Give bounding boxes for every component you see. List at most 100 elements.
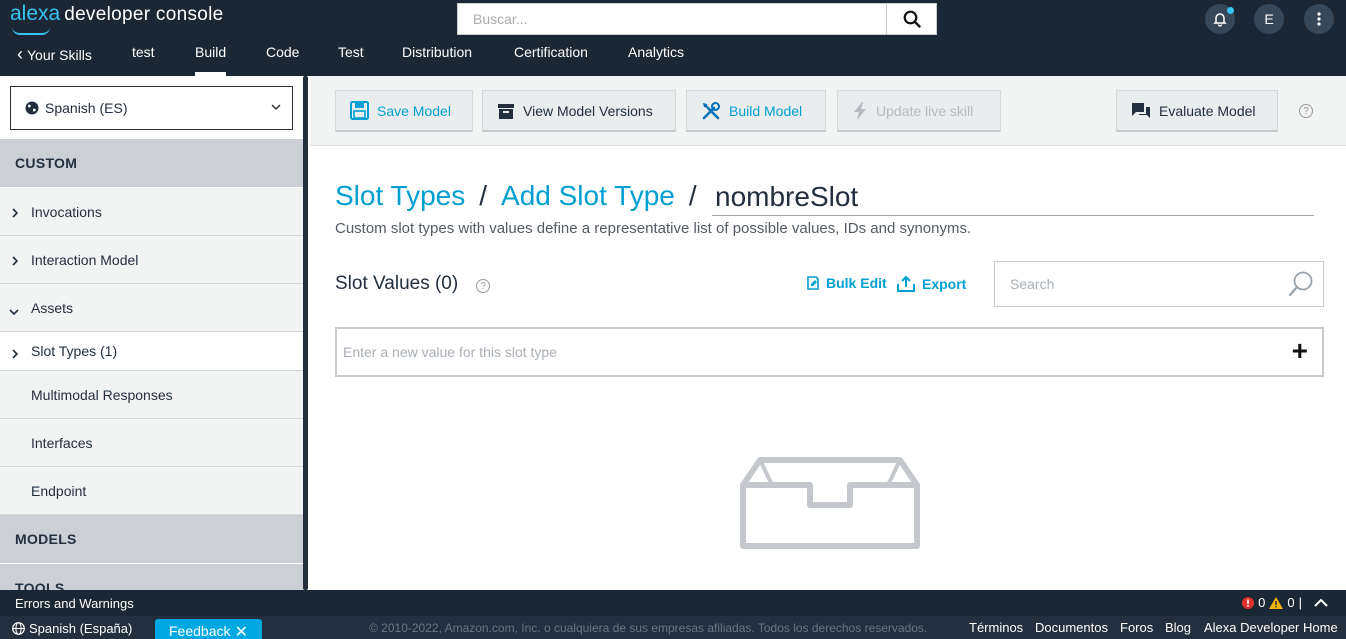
nav-test[interactable]: Test: [338, 40, 364, 76]
breadcrumb: Slot Types / Add Slot Type /: [335, 180, 711, 212]
warning-icon: [1269, 596, 1284, 609]
save-icon: [350, 101, 369, 120]
save-model-button[interactable]: Save Model: [335, 90, 473, 132]
avatar-button[interactable]: E: [1254, 4, 1284, 34]
notifications-button[interactable]: [1205, 4, 1235, 34]
evaluate-model-label: Evaluate Model: [1159, 102, 1256, 119]
chevron-down-icon: [9, 303, 19, 319]
sidebar-item-interaction-model[interactable]: Interaction Model: [0, 236, 303, 284]
sidebar-item-assets[interactable]: Assets: [0, 284, 303, 332]
lightning-icon: [854, 101, 866, 120]
empty-inbox-icon: [740, 457, 920, 549]
footer-link-documentos[interactable]: Documentos: [1035, 620, 1108, 635]
help-icon[interactable]: ?: [1299, 104, 1313, 118]
sidebar-item-slot-types[interactable]: Slot Types (1): [0, 332, 303, 371]
sidebar-item-interfaces[interactable]: Interfaces: [0, 419, 303, 467]
page-footer: Spanish (España) Feedback ✕ © 2010-2022,…: [0, 616, 1346, 639]
sidebar-item-label: Invocations: [31, 203, 102, 220]
language-select[interactable]: Spanish (ES): [10, 86, 293, 130]
footer-link-blog[interactable]: Blog: [1165, 620, 1191, 635]
view-model-versions-button[interactable]: View Model Versions: [482, 90, 676, 132]
add-value-button[interactable]: +: [1292, 337, 1308, 365]
help-icon[interactable]: ?: [476, 279, 490, 293]
save-model-label: Save Model: [377, 102, 451, 119]
nav-code[interactable]: Code: [266, 40, 299, 76]
nav-build[interactable]: Build: [195, 40, 227, 76]
custom-section-header[interactable]: CUSTOM: [0, 139, 303, 187]
chevron-right-icon: [11, 205, 19, 221]
more-options-button[interactable]: [1304, 4, 1334, 34]
error-icon: [1242, 596, 1255, 609]
slot-values-search-input[interactable]: [995, 262, 1275, 306]
tools-icon: [702, 101, 720, 119]
slot-values-search: [994, 261, 1324, 307]
close-icon[interactable]: ✕: [235, 622, 248, 639]
errors-warnings-counts: 0 0 |: [1242, 595, 1328, 610]
global-search-button[interactable]: [886, 4, 936, 34]
update-live-skill-button[interactable]: Update live skill: [837, 90, 1001, 132]
notification-dot: [1227, 7, 1234, 14]
footer-language-selector[interactable]: Spanish (España): [12, 621, 132, 636]
bell-icon: [1213, 13, 1227, 27]
errors-warnings-bar[interactable]: Errors and Warnings 0 0 |: [0, 590, 1346, 616]
logo-smile: [12, 27, 50, 35]
nav-skill-name[interactable]: test: [132, 40, 155, 76]
update-live-skill-label: Update live skill: [876, 102, 974, 119]
chevron-up-icon[interactable]: [1314, 598, 1328, 608]
sidebar-item-invocations[interactable]: Invocations: [0, 188, 303, 236]
new-slot-value-input[interactable]: [337, 329, 1257, 375]
alexa-logo[interactable]: alexa developer console: [10, 2, 224, 35]
tools-section-header[interactable]: TOOLS: [0, 564, 303, 590]
copyright-text: © 2010-2022, Amazon.com, Inc. o cualquie…: [369, 621, 928, 635]
errbar-separator: |: [1298, 595, 1302, 610]
slot-values-title: Slot Values (0): [335, 273, 459, 294]
top-header: alexadeveloper console E ‹Your Skills te…: [0, 0, 1346, 76]
feedback-button[interactable]: Feedback ✕: [155, 619, 262, 639]
bulk-edit-icon: [807, 276, 819, 290]
nav-your-skills[interactable]: ‹ Your Skills: [17, 40, 92, 76]
nav-distribution[interactable]: Distribution: [402, 40, 472, 76]
globe-icon: [25, 101, 39, 115]
chevron-right-icon: [11, 253, 19, 269]
chat-bubbles-icon: [1132, 102, 1150, 118]
global-search-input[interactable]: [458, 4, 886, 34]
sidebar-item-multimodal-responses[interactable]: Multimodal Responses: [0, 371, 303, 419]
export-link[interactable]: Export: [896, 275, 966, 293]
bulk-edit-link[interactable]: Bulk Edit: [806, 275, 887, 291]
footer-link-alexa-developer-home[interactable]: Alexa Developer Home: [1204, 620, 1338, 635]
search-icon: [903, 10, 921, 28]
evaluate-model-button[interactable]: Evaluate Model: [1116, 90, 1278, 132]
build-model-button[interactable]: Build Model: [686, 90, 826, 132]
global-search: [457, 3, 937, 35]
model-toolbar: Save Model View Model Versions Build Mod…: [310, 76, 1346, 146]
slot-type-name-input[interactable]: [712, 178, 1314, 216]
footer-link-foros[interactable]: Foros: [1120, 620, 1153, 635]
export-label: Export: [922, 276, 967, 292]
sidebar-item-label: Interaction Model: [31, 251, 139, 268]
logo-brand: alexa: [10, 2, 61, 25]
breadcrumb-separator: /: [688, 180, 697, 211]
feedback-label: Feedback: [169, 623, 231, 639]
build-model-label: Build Model: [729, 102, 803, 119]
sidebar-scrollbar[interactable]: [303, 76, 308, 590]
vertical-dots-icon: [1317, 12, 1321, 26]
new-slot-value-field: +: [335, 327, 1324, 377]
build-sidebar: Spanish (ES) CUSTOM Invocations Interact…: [0, 76, 310, 590]
models-section-header[interactable]: MODELS: [0, 515, 303, 563]
search-icon[interactable]: [1287, 270, 1315, 298]
errors-warnings-title: Errors and Warnings: [15, 596, 134, 611]
sidebar-item-label: Assets: [31, 299, 74, 316]
footer-language-label: Spanish (España): [29, 621, 133, 636]
sidebar-item-endpoint[interactable]: Endpoint: [0, 467, 303, 515]
nav-analytics[interactable]: Analytics: [628, 40, 684, 76]
breadcrumb-add-slot-type[interactable]: Add Slot Type: [501, 180, 675, 211]
chevron-left-icon: ‹: [17, 44, 23, 64]
sidebar-item-label: Slot Types (1): [31, 343, 118, 359]
export-icon: [897, 275, 915, 292]
nav-certification[interactable]: Certification: [514, 40, 588, 76]
footer-link-terminos[interactable]: Términos: [969, 620, 1023, 635]
logo-text: developer console: [64, 4, 224, 25]
bulk-edit-label: Bulk Edit: [826, 275, 887, 291]
sidebar-item-label: Multimodal Responses: [31, 386, 173, 403]
breadcrumb-slot-types[interactable]: Slot Types: [335, 180, 465, 211]
